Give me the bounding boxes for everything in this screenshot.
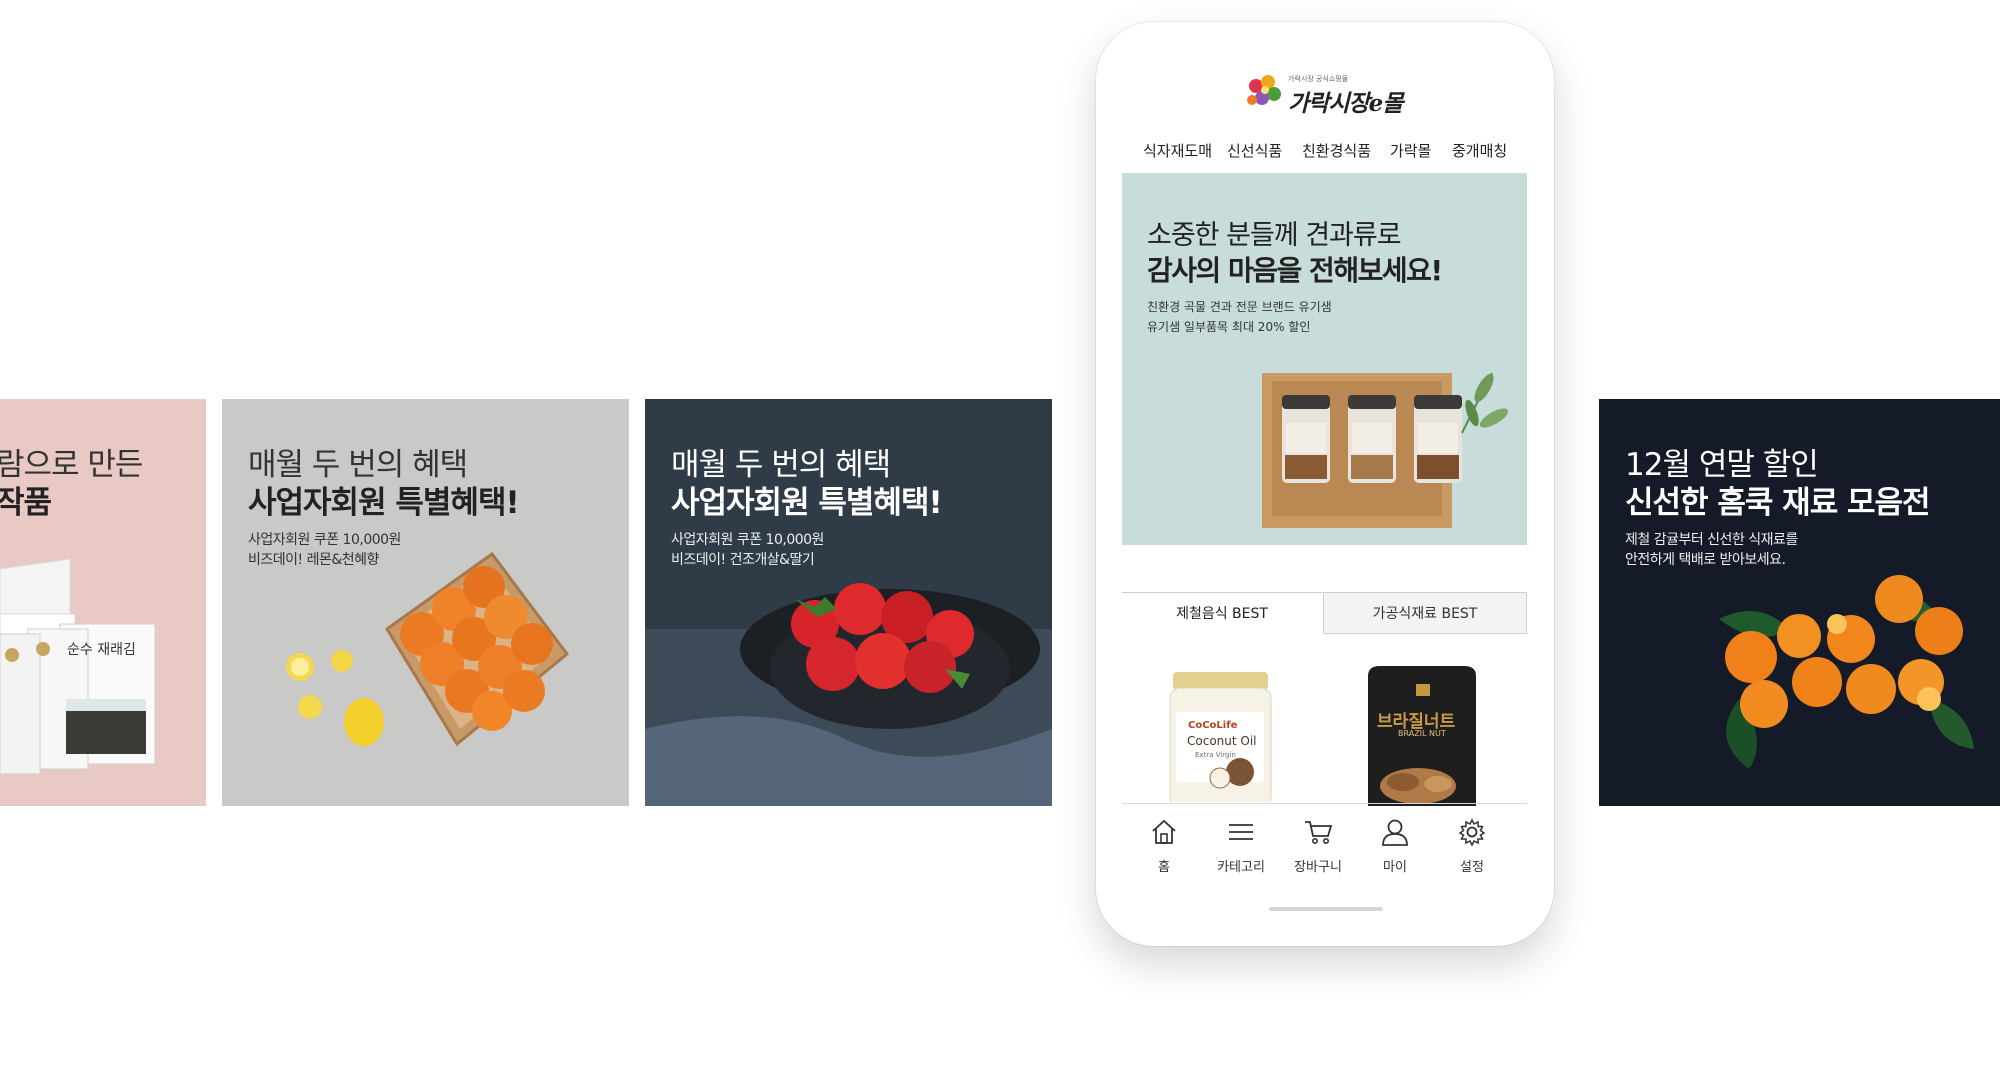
hero-banner[interactable]: 소중한 분들께 견과류로 감사의 마음을 전해보세요! 친환경 곡물 견과 전문… <box>1122 173 1527 545</box>
promo-card-year-end-sale[interactable]: 12월 연말 할인 신선한 홈쿡 재료 모음전 제철 감귤부터 신선한 식재료를… <box>1599 399 2000 806</box>
home-indicator <box>1269 907 1383 911</box>
oranges-basket-image <box>286 551 570 747</box>
promo-card-business-lemon[interactable]: 매월 두 번의 혜택 사업자회원 특별혜택! 사업자회원 쿠폰 10,000원 … <box>222 399 629 806</box>
bottom-nav-home[interactable]: 홈 <box>1134 818 1194 875</box>
bottom-nav-cart[interactable]: 장바구니 <box>1288 818 1348 875</box>
strawberry-bowl-image <box>645 583 1052 806</box>
nav-item-fresh[interactable]: 신선식품 <box>1227 140 1282 161</box>
home-icon <box>1152 819 1176 844</box>
brazil-nut-en-label: BRAZIL NUT <box>1398 729 1446 738</box>
nav-item-garakmall[interactable]: 가락몰 <box>1390 140 1431 161</box>
bottom-nav-label: 설정 <box>1460 860 1484 875</box>
bottom-nav-label: 장바구니 <box>1294 860 1342 875</box>
tab-seasonal-best[interactable]: 제철음식 BEST <box>1122 592 1322 635</box>
phone-mockup: 가락시장 공식쇼핑몰 가락시장e몰 식자재도매 신선식품 친환경식품 가락몰 중… <box>1096 22 1554 946</box>
tangerines-image <box>1719 575 1974 769</box>
bottom-nav-label: 홈 <box>1158 860 1170 875</box>
menu-icon <box>1229 824 1253 840</box>
seaweed-gift-box-image <box>0 558 156 775</box>
cart-icon <box>1305 821 1333 844</box>
coconut-name-label: Coconut Oil <box>1187 734 1257 748</box>
tab-processed-best[interactable]: 가공식재료 BEST <box>1323 592 1527 634</box>
logo-flower-icon <box>1247 75 1281 105</box>
user-icon <box>1382 819 1408 846</box>
promo-card-business-strawberry[interactable]: 매월 두 번의 혜택 사업자회원 특별혜택! 사업자회원 쿠폰 10,000원 … <box>645 399 1052 806</box>
bottom-nav-label: 마이 <box>1383 860 1407 875</box>
bottom-nav-divider <box>1122 803 1527 804</box>
coconut-brand-label: CoCoLife <box>1188 720 1238 731</box>
coconut-sub-label: Extra Virgin <box>1195 751 1236 759</box>
gear-icon <box>1458 818 1486 847</box>
promo-card-seaweed[interactable]: 람으로 만든 작품 순수 재래김 <box>0 399 206 806</box>
bottom-nav-settings[interactable]: 설정 <box>1442 818 1502 875</box>
logo-tagline: 가락시장 공식쇼핑몰 <box>1288 75 1349 83</box>
nav-item-eco[interactable]: 친환경식품 <box>1302 140 1371 161</box>
nav-item-wholesale[interactable]: 식자재도매 <box>1143 140 1212 161</box>
bottom-nav-my[interactable]: 마이 <box>1365 818 1425 875</box>
bottom-nav-label: 카테고리 <box>1217 860 1265 875</box>
bottom-nav-category[interactable]: 카테고리 <box>1211 818 1271 875</box>
logo-text[interactable]: 가락시장e몰 <box>1288 84 1403 118</box>
nav-item-matching[interactable]: 중개매칭 <box>1452 140 1507 161</box>
nut-gift-box-image <box>1262 372 1509 528</box>
seaweed-product-label: 순수 재래김 <box>67 642 136 658</box>
